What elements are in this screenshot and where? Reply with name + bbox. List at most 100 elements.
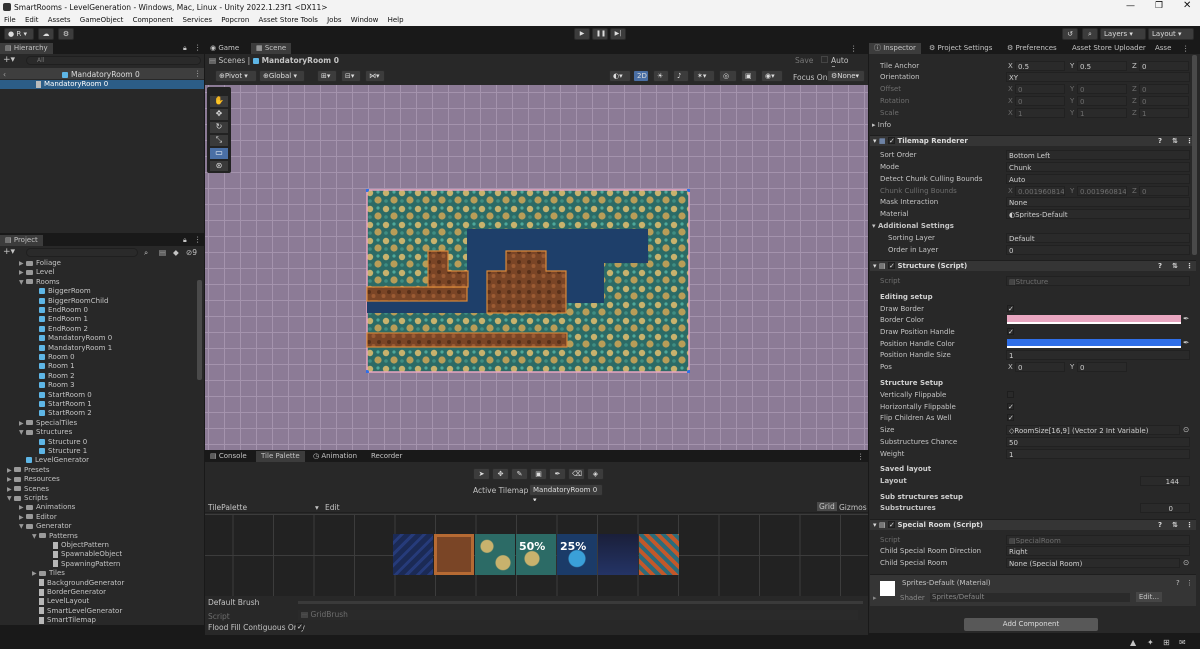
size-field[interactable]: ◇RoomSize[16,9] (Vector 2 Int Variable) — [1006, 425, 1180, 435]
project-prefab[interactable]: Structure 0 — [32, 438, 87, 447]
hidden-objects-icon[interactable]: ◎ — [719, 70, 737, 82]
project-prefab[interactable]: StartRoom 0 — [32, 391, 92, 400]
lock-icon[interactable]: 🔒︎ — [183, 236, 187, 245]
presets-icon[interactable]: ⇅ — [1172, 520, 1178, 531]
project-prefab[interactable]: Room 2 — [32, 372, 75, 381]
layout-count[interactable]: 144 — [1140, 476, 1190, 486]
lock-icon[interactable]: 🔒︎ — [183, 44, 187, 53]
menu-window[interactable]: Window — [351, 16, 379, 24]
collab-icon[interactable]: ⚙ — [58, 28, 74, 40]
additional-settings-foldout[interactable]: ▾ Additional Settings — [872, 221, 954, 231]
foldout-arrow-icon[interactable]: ▼ — [32, 532, 39, 541]
scene-more-icon[interactable]: ⋮ — [194, 69, 202, 78]
position-handle-size-field[interactable]: 1 — [1006, 350, 1190, 360]
eyedropper-icon[interactable]: ✒ — [1183, 314, 1189, 323]
shader-dropdown[interactable]: Sprites/Default — [930, 593, 1130, 602]
detect-chunk-dropdown[interactable]: Auto — [1006, 174, 1190, 184]
draw-position-handle-checkbox[interactable]: ✓ — [1007, 328, 1014, 336]
project-prefab[interactable]: MandatoryRoom 1 — [32, 344, 112, 353]
tab-game[interactable]: ◉ Game — [205, 43, 244, 54]
project-script[interactable]: BackgroundGenerator — [32, 579, 124, 588]
project-script[interactable]: BorderGenerator — [32, 588, 106, 597]
sort-order-dropdown[interactable]: Bottom Left — [1006, 150, 1190, 160]
menu-asset-store-tools[interactable]: Asset Store Tools — [259, 16, 318, 24]
presets-icon[interactable]: ⇅ — [1172, 261, 1178, 272]
scale-tool-icon[interactable]: ⤡ — [210, 135, 228, 146]
back-arrow-icon[interactable]: ‹ — [3, 70, 6, 79]
history-icon[interactable]: ↺ — [1062, 28, 1078, 40]
horizontally-flippable-checkbox[interactable]: ✓ — [1007, 403, 1014, 411]
project-folder[interactable]: ▶ Animations — [19, 503, 75, 512]
favorite-icon[interactable]: ◆ — [173, 248, 179, 257]
project-script[interactable]: SmartTilemap — [32, 616, 96, 625]
brush-scrollbar[interactable] — [298, 601, 863, 604]
rotate-tool-icon[interactable]: ↻ — [210, 122, 228, 133]
substructures-chance-field[interactable]: 50 — [1006, 437, 1190, 447]
gizmos-toggle[interactable]: Gizmos — [839, 503, 867, 512]
project-folder[interactable]: ▼ Patterns — [32, 532, 78, 541]
brush-tool-icon[interactable]: ✎ — [511, 468, 528, 480]
presets-icon[interactable]: ⇅ — [1172, 136, 1178, 147]
tab-preferences[interactable]: ⚙ Preferences — [1002, 43, 1062, 54]
help-icon[interactable]: ? — [1158, 136, 1162, 147]
tile-anchor-x[interactable]: 0.5 — [1015, 61, 1065, 71]
help-icon[interactable]: ? — [1158, 520, 1162, 531]
project-prefab[interactable]: Structure 1 — [32, 447, 87, 456]
add-icon[interactable]: +▾ — [3, 55, 15, 65]
project-folder[interactable]: ▼ Rooms — [19, 278, 60, 287]
scene-viewport[interactable]: ✋ ✥ ↻ ⤡ ▭ ⊛ — [205, 85, 868, 450]
move-tool-icon[interactable]: ✥ — [210, 109, 228, 120]
hierarchy-item[interactable]: MandatoryRoom 0 — [0, 80, 204, 90]
pos-x[interactable]: 0 — [1015, 362, 1065, 372]
tab-project-settings[interactable]: ⚙ Project Settings — [924, 43, 997, 54]
weight-field[interactable]: 1 — [1006, 449, 1190, 459]
tab-asset-store-uploader[interactable]: Asset Store Uploader — [1067, 43, 1151, 54]
project-prefab[interactable]: MandatoryRoom 0 — [32, 334, 112, 343]
mask-interaction-dropdown[interactable]: None — [1006, 197, 1190, 207]
account-button[interactable]: ● R ▾ — [4, 28, 34, 40]
grid-icon[interactable]: ⊞ — [1163, 638, 1170, 647]
palette-grid[interactable]: 50% 25% — [205, 514, 868, 596]
menu-component[interactable]: Component — [133, 16, 174, 24]
project-folder[interactable]: ▶ Scenes — [7, 485, 49, 494]
focus-on-dropdown[interactable]: ⚙None▾ — [827, 70, 865, 82]
palette-tile[interactable]: 25% — [557, 534, 597, 575]
project-folder[interactable]: ▼ Structures — [19, 428, 72, 437]
step-button[interactable]: ▶| — [610, 28, 626, 40]
tab-recorder[interactable]: Recorder — [366, 451, 407, 462]
tab-scene[interactable]: ▦ Scene — [251, 43, 292, 54]
foldout-arrow-icon[interactable]: ▶ — [19, 419, 26, 428]
tab-inspector[interactable]: ⓘ Inspector — [869, 43, 921, 54]
project-folder[interactable]: ▶ Editor — [19, 513, 57, 522]
structure-enabled[interactable]: ✓ — [888, 262, 896, 270]
palette-tile[interactable] — [393, 534, 433, 575]
object-picker-icon[interactable]: ⊙ — [1183, 425, 1189, 434]
active-tilemap-dropdown[interactable]: MandatoryRoom 0 ▾ — [529, 484, 603, 504]
project-prefab[interactable]: EndRoom 2 — [32, 325, 88, 334]
gizmos-toggle-icon[interactable]: ◉▾ — [761, 70, 783, 82]
move-tile-icon[interactable]: ✥ — [492, 468, 509, 480]
layout-dropdown[interactable]: Layout ▾ — [1148, 28, 1194, 40]
picker-icon[interactable]: ✒ — [549, 468, 566, 480]
menu-gameobject[interactable]: GameObject — [80, 16, 124, 24]
eyedropper-icon[interactable]: ✒ — [1183, 338, 1189, 347]
menu-file[interactable]: File — [4, 16, 16, 24]
palette-more-icon[interactable]: ⋮ — [857, 452, 865, 461]
palette-tile[interactable] — [598, 534, 638, 575]
project-folder[interactable]: ▶ Presets — [7, 466, 49, 475]
lighting-icon[interactable]: ☀ — [653, 70, 669, 82]
select-tool-icon[interactable]: ➤ — [473, 468, 490, 480]
child-special-room-field[interactable]: None (Special Room) — [1006, 558, 1180, 568]
tab-animation[interactable]: ◷ Animation — [308, 451, 362, 462]
tile-anchor-z[interactable]: 0 — [1139, 61, 1189, 71]
search-by-label-icon[interactable]: ▤ — [159, 248, 166, 257]
pos-y[interactable]: 0 — [1077, 362, 1127, 372]
project-script[interactable]: SpawnableObject — [46, 550, 122, 559]
progress-icon[interactable]: ▲ — [1130, 638, 1136, 647]
foldout-arrow-icon[interactable]: ▶ — [7, 475, 14, 484]
project-prefab[interactable]: LevelGenerator — [19, 456, 89, 465]
foldout-arrow-icon[interactable]: ▼ — [19, 428, 26, 437]
menu-jobs[interactable]: Jobs — [327, 16, 341, 24]
debug-icon[interactable]: ✦ — [1147, 638, 1154, 647]
grid-toggle[interactable]: Grid — [817, 502, 837, 511]
